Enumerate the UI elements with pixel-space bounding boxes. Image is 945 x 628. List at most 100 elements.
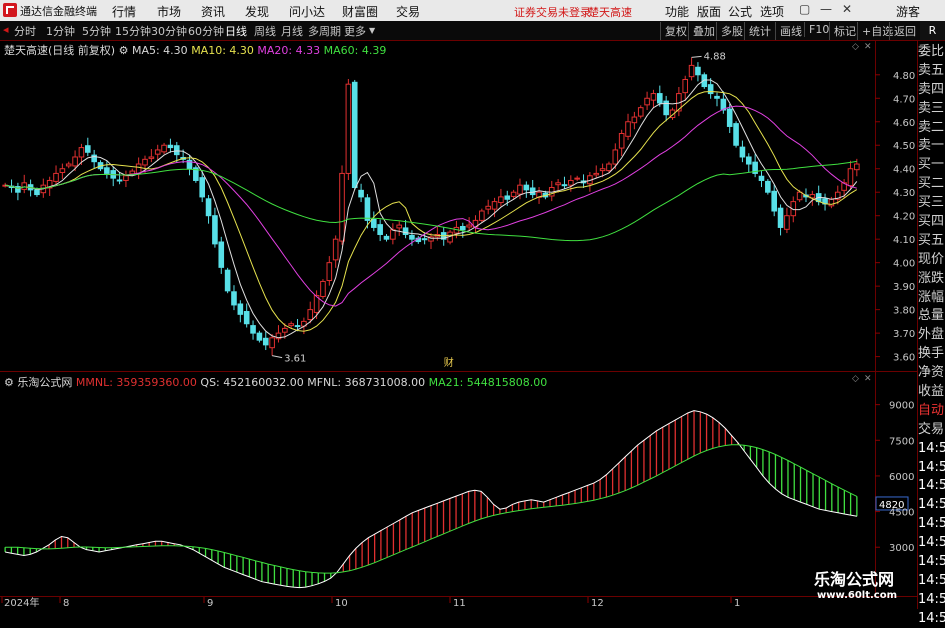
candle-body: [173, 145, 180, 156]
yaxis-tick-label: 4.80: [893, 71, 915, 82]
candle-body: [53, 172, 59, 182]
sub-settings-diamond-icon[interactable]: ◇: [852, 374, 859, 384]
candlestick-panel: 4.88 3.61 财: [2, 51, 860, 369]
sidebar-item[interactable]: 现价: [918, 250, 945, 269]
sidebar-item[interactable]: 14:56: [918, 458, 945, 477]
candle-body: [421, 238, 428, 241]
candle-body: [777, 207, 784, 228]
candle-body: [72, 156, 78, 167]
candle-body: [631, 116, 638, 124]
sidebar-item[interactable]: 净资: [918, 363, 945, 382]
candle-body: [650, 93, 657, 101]
indicator-panel: [4, 410, 858, 589]
candle-body: [618, 133, 625, 149]
sub-yaxis-tick-label: 4500: [889, 508, 914, 519]
sub-close-panel-icon[interactable]: ✕: [864, 374, 872, 384]
candle-body: [326, 262, 333, 282]
sidebar-item[interactable]: 总量: [918, 306, 945, 325]
finance-marker[interactable]: 财: [444, 356, 454, 369]
sidebar-item[interactable]: 卖三: [918, 99, 945, 118]
sidebar-item[interactable]: 涨幅: [918, 288, 945, 307]
candle-body: [85, 145, 91, 153]
sidebar-item[interactable]: 14:56: [918, 495, 945, 514]
yaxis-tick-label: 3.80: [893, 306, 915, 317]
sidebar-item[interactable]: 14:56: [918, 514, 945, 533]
candle-body: [529, 187, 536, 196]
candle-body: [371, 218, 377, 228]
candle-body: [161, 144, 167, 153]
legend-gear-icon[interactable]: ⚙: [119, 44, 129, 57]
sidebar-item[interactable]: 买五: [918, 231, 945, 250]
candle-body: [123, 175, 129, 181]
candle-body: [574, 177, 580, 180]
legend-ma60: MA60: 4.39: [323, 44, 387, 57]
legend-ma21: MA21: 544815808.00: [428, 376, 548, 389]
candle-body: [593, 172, 600, 176]
axis-labels: 4.80 4.70 4.60 4.50 4.40 4.30 4.20 4.10 4.00 3.90…: [1, 71, 915, 609]
candle-body: [231, 291, 237, 306]
candle-body: [78, 147, 85, 158]
candle-body: [339, 172, 345, 242]
yaxis-tick-label: 4.40: [893, 165, 915, 176]
candle-body: [205, 198, 212, 217]
sidebar-item[interactable]: 卖一: [918, 136, 945, 155]
sidebar-item[interactable]: 买二: [918, 174, 945, 193]
close-panel-icon[interactable]: ✕: [864, 42, 872, 52]
candle-body: [59, 168, 66, 173]
sidebar-item[interactable]: 卖四: [918, 80, 945, 99]
candle-body: [294, 325, 301, 328]
candle-body: [320, 280, 326, 297]
sidebar-item[interactable]: 14:56: [918, 609, 945, 628]
sidebar-item[interactable]: 交易: [918, 420, 945, 439]
candle-body: [733, 123, 739, 146]
sidebar-item[interactable]: 14:56: [918, 439, 945, 458]
settings-diamond-icon[interactable]: ◇: [852, 42, 859, 52]
xaxis-tick-label: 10: [335, 598, 348, 609]
sidebar-item[interactable]: 14:56: [918, 533, 945, 552]
yaxis-tick-label: 4.50: [893, 141, 915, 152]
candle-body: [332, 238, 339, 261]
candle-body: [167, 144, 174, 149]
xaxis-tick-label: 1: [734, 598, 740, 609]
high-annotation: 4.88: [704, 51, 726, 62]
candle-body: [199, 177, 205, 198]
sidebar-item[interactable]: 涨跌: [918, 269, 945, 288]
candle-body: [250, 325, 256, 334]
candle-body: [568, 179, 574, 186]
yaxis-tick-label: 3.70: [893, 329, 915, 340]
candle-body: [237, 303, 244, 315]
candle-body: [504, 195, 511, 200]
xaxis-tick-label: 2024年: [4, 596, 39, 609]
candle-body: [707, 84, 714, 95]
sidebar-item[interactable]: 委比: [918, 42, 945, 61]
candle-body: [606, 163, 612, 172]
sidebar-item[interactable]: 自动: [918, 401, 945, 420]
sidebar-item[interactable]: 换手: [918, 344, 945, 363]
quote-sidebar: 委比 卖五 卖四 卖三 卖二 卖一 买一 买二 买三 买四 买五 现价 涨跌 涨幅 总量 外盘 换手 净资 收益 自动…: [918, 42, 945, 626]
stock-title: 楚天高速(日线 前复权): [4, 44, 116, 57]
sub-gear-icon[interactable]: ⚙: [4, 376, 14, 389]
price-chart[interactable]: 4.883.61 财 4.804.704.604.504.404.304.204.…: [0, 0, 945, 609]
legend-ma5: MA5: 4.30: [131, 44, 188, 57]
candle-body: [218, 241, 225, 268]
sidebar-item[interactable]: 卖二: [918, 118, 945, 137]
sidebar-item[interactable]: 卖五: [918, 61, 945, 80]
candle-body: [390, 229, 396, 240]
sidebar-item[interactable]: 收益: [918, 382, 945, 401]
sidebar-item[interactable]: 买一: [918, 155, 945, 174]
candle-body: [695, 66, 701, 76]
sidebar-item[interactable]: 外盘: [918, 325, 945, 344]
sidebar-item[interactable]: 14:56: [918, 476, 945, 495]
sidebar-item[interactable]: 买三: [918, 193, 945, 212]
indicator-title: 乐淘公式网: [17, 376, 73, 389]
sidebar-item[interactable]: 买四: [918, 212, 945, 231]
main-legend: 楚天高速(日线 前复权) ⚙ MA5: 4.30 MA10: 4.30 MA20…: [4, 42, 386, 58]
sub-legend: ⚙ 乐淘公式网 MMNL: 359359360.00 QS: 452160032…: [4, 374, 547, 390]
candle-body: [358, 189, 364, 198]
candle-body: [491, 201, 498, 210]
sub-yaxis-tick-label: 6000: [889, 472, 914, 483]
candle-body: [466, 224, 472, 228]
candle-body: [377, 224, 383, 235]
candle-body: [498, 196, 504, 204]
yaxis-tick-label: 3.60: [893, 353, 915, 364]
